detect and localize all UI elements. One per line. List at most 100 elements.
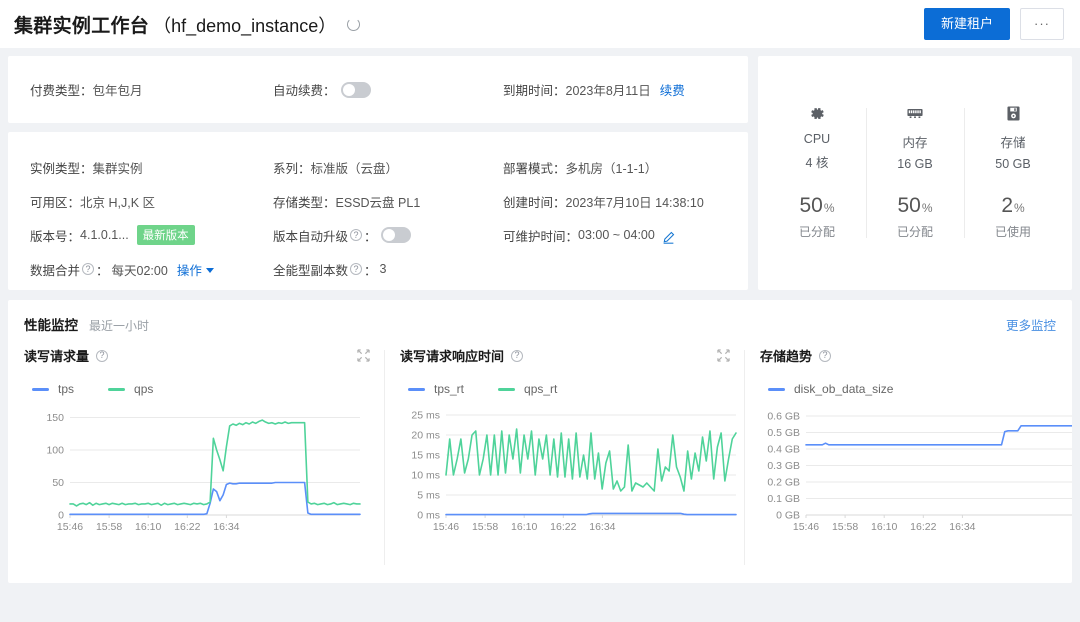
memory-percent: 50%: [897, 194, 933, 217]
help-icon[interactable]: ?: [350, 263, 363, 275]
create-time-value: 2023年7月10日 14:38:10: [565, 195, 704, 210]
memory-state: 已分配: [896, 225, 933, 239]
help-icon[interactable]: ?: [350, 229, 363, 241]
svg-text:16:22: 16:22: [550, 521, 576, 533]
svg-text:100: 100: [46, 445, 64, 457]
page-body: 付费类型： 包年包月 自动续费： 到期时间： 2023年8月11日 续费 实例类…: [0, 48, 1080, 583]
deploy-mode-value: 多机房（1-1-1）: [565, 161, 658, 176]
memory-chip-icon: [866, 106, 964, 123]
svg-text:0.6 GB: 0.6 GB: [767, 410, 800, 422]
help-icon[interactable]: ?: [511, 349, 524, 362]
refresh-icon[interactable]: [347, 17, 361, 31]
auto-upgrade-toggle[interactable]: [380, 227, 411, 243]
chart-legend: tps qps: [24, 382, 370, 396]
storage-percent: 2%: [1001, 194, 1025, 217]
svg-text:0 ms: 0 ms: [417, 510, 440, 522]
auto-upgrade-colon: ：: [364, 229, 377, 244]
chart-plot[interactable]: 0 GB 0.1 GB 0.2 GB 0.3 GB 0.4 GB 0.5 GB 0.6 GB…: [760, 405, 1072, 535]
chart-plot[interactable]: 0 ms 5 ms 10 ms 15 ms 20 ms 25 ms 15:46 15:58 16…: [400, 405, 737, 535]
replica-count-field: 全能型副本数 ? ： 3: [273, 252, 503, 286]
billing-card: 付费类型： 包年包月 自动续费： 到期时间： 2023年8月11日 续费: [8, 56, 748, 123]
data-merge-colon: ：: [96, 263, 109, 278]
latest-version-badge: 最新版本: [136, 225, 195, 245]
svg-text:15:58: 15:58: [832, 521, 858, 533]
expire-label: 到期时间：: [503, 84, 566, 98]
legend-item[interactable]: tps_rt: [408, 382, 464, 396]
cpu-gear-icon: [768, 106, 866, 123]
legend-item[interactable]: tps: [32, 382, 74, 396]
legend-label: disk_ob_data_size: [794, 382, 894, 396]
chevron-down-icon[interactable]: [205, 267, 214, 273]
auto-upgrade-label: 版本自动升级: [273, 229, 349, 244]
svg-text:15:46: 15:46: [433, 521, 459, 533]
svg-text:0.2 GB: 0.2 GB: [767, 476, 800, 488]
auto-renew-toggle[interactable]: [340, 81, 371, 98]
svg-text:16:22: 16:22: [910, 521, 936, 533]
empty-cell: [503, 252, 726, 286]
legend-label: qps_rt: [524, 382, 558, 396]
renew-link[interactable]: 续费: [660, 80, 685, 99]
svg-text:15:58: 15:58: [472, 521, 498, 533]
create-tenant-button[interactable]: 新建租户: [923, 7, 1010, 41]
memory-name: 内存: [902, 136, 928, 150]
storage-disk-icon: [964, 106, 1062, 123]
expire-value: 2023年8月11日: [565, 84, 651, 98]
expire-field: 到期时间： 2023年8月11日 续费: [503, 80, 685, 99]
chart-title: 读写请求量: [24, 349, 90, 364]
svg-text:15:46: 15:46: [57, 521, 83, 533]
help-icon[interactable]: ?: [819, 349, 832, 362]
replica-count-colon: ：: [364, 263, 377, 278]
version-value: 4.1.0.1...: [80, 228, 129, 242]
chart-header: 读写请求响应时间?: [400, 346, 730, 365]
svg-text:5 ms: 5 ms: [417, 490, 440, 502]
data-merge-action-link[interactable]: 操作: [177, 260, 202, 279]
legend-label: tps: [58, 382, 75, 396]
data-merge-label: 数据合并: [30, 263, 81, 278]
zone-value: 北京 H,J,K 区: [80, 195, 156, 210]
more-monitor-link[interactable]: 更多监控: [1006, 315, 1056, 334]
replica-count-label: 全能型副本数: [273, 263, 349, 278]
help-icon[interactable]: ?: [96, 349, 109, 362]
svg-text:16:34: 16:34: [949, 521, 975, 533]
chart-plot[interactable]: 0 50 100 150 15:46 15:58 16:10 16:22 16:34: [24, 405, 370, 535]
top-row: 付费类型： 包年包月 自动续费： 到期时间： 2023年8月11日 续费 实例类…: [8, 56, 1072, 290]
storage-state: 已使用: [994, 225, 1031, 239]
storage-spec: 50 GB: [995, 157, 1031, 171]
svg-text:0: 0: [58, 510, 64, 522]
legend-label: qps: [134, 382, 154, 396]
resource-storage: 存储 50 GB 2% 已使用: [964, 102, 1062, 244]
cpu-spec: 4 核: [805, 156, 829, 170]
instance-type-label: 实例类型：: [30, 161, 93, 176]
auto-renew-field: 自动续费：: [273, 80, 503, 99]
legend-swatch-icon: [768, 387, 785, 391]
legend-item[interactable]: qps: [108, 382, 153, 396]
instance-detail-card: 实例类型： 集群实例 系列： 标准版（云盘） 部署模式： 多机房（1-1-1） …: [8, 132, 748, 290]
storage-type-value: ESSD云盘 PL1: [335, 195, 421, 210]
header-actions: 新建租户 ···: [923, 7, 1064, 41]
expand-icon[interactable]: [717, 349, 730, 362]
page-title-text: 集群实例工作台: [14, 15, 150, 37]
resource-cpu: CPU 4 核 50% 已分配: [768, 102, 866, 244]
pay-type-field: 付费类型： 包年包月: [30, 80, 273, 99]
more-actions-button[interactable]: ···: [1020, 7, 1064, 41]
instance-type-field: 实例类型： 集群实例: [30, 150, 273, 184]
svg-text:16:34: 16:34: [213, 521, 239, 533]
zone-label: 可用区：: [30, 195, 81, 210]
chart-legend: tps_rt qps_rt: [400, 382, 730, 396]
charts-container: 读写请求量? tps qps 0 50 100 150 15:46 15:58 16:10 16:2…: [24, 346, 1072, 565]
monitor-subtitle: 最近一小时: [89, 319, 150, 333]
legend-item[interactable]: disk_ob_data_size: [768, 382, 893, 396]
performance-monitor-card: 性能监控 最近一小时 更多监控 读写请求量? tps qps 0 50 100 150 15:…: [8, 300, 1072, 583]
expand-icon[interactable]: [357, 349, 370, 362]
auto-renew-label: 自动续费：: [273, 84, 336, 98]
storage-type-field: 存储类型： ESSD云盘 PL1: [273, 184, 503, 218]
svg-text:50: 50: [52, 477, 64, 489]
legend-item[interactable]: qps_rt: [498, 382, 557, 396]
version-label: 版本号：: [30, 229, 81, 244]
deploy-mode-field: 部署模式： 多机房（1-1-1）: [503, 150, 726, 184]
legend-swatch-icon: [32, 387, 49, 391]
svg-text:20 ms: 20 ms: [411, 430, 440, 442]
svg-text:0.4 GB: 0.4 GB: [767, 443, 800, 455]
edit-pencil-icon[interactable]: [662, 231, 675, 244]
help-icon[interactable]: ?: [82, 263, 95, 275]
